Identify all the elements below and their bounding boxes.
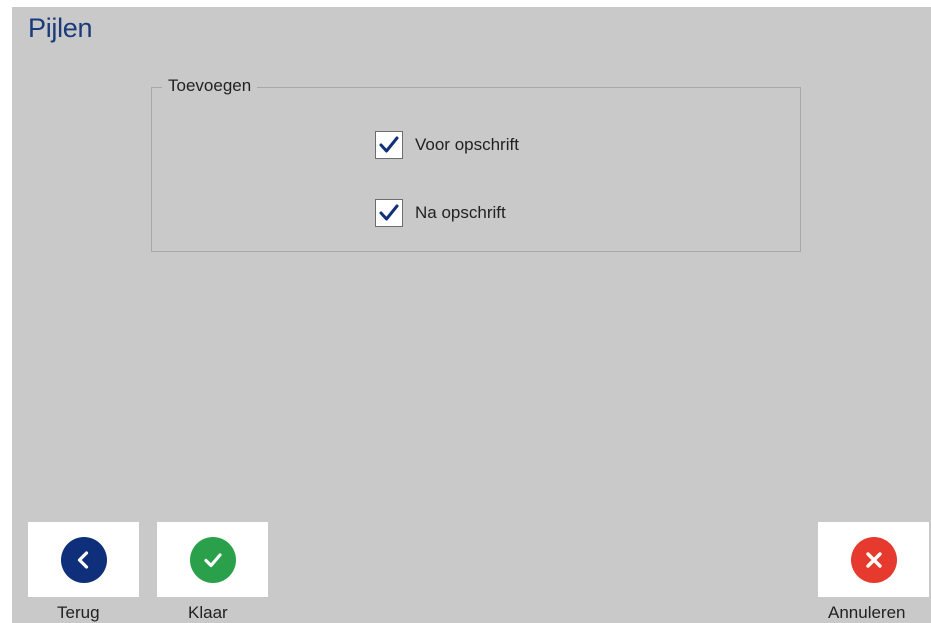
check-icon: [203, 552, 222, 567]
check-icon: [379, 136, 399, 153]
back-icon-circle: [60, 536, 107, 583]
cancel-label: Annuleren: [828, 603, 906, 622]
page-title: Pijlen: [28, 13, 93, 43]
done-label: Klaar: [188, 603, 228, 622]
screen: Pijlen Toevoegen Voor opschrift Na opsch…: [12, 7, 931, 623]
chevron-left-icon: [77, 550, 88, 569]
after-label-checkbox[interactable]: [375, 199, 403, 227]
cancel-button[interactable]: [818, 522, 929, 597]
before-label-text: Voor opschrift: [415, 135, 519, 154]
close-icon: [865, 551, 882, 568]
check-icon: [379, 204, 399, 221]
before-label-option[interactable]: Voor opschrift: [375, 131, 519, 159]
done-icon-circle: [189, 536, 236, 583]
after-label-option[interactable]: Na opschrift: [375, 199, 506, 227]
after-label-text: Na opschrift: [415, 203, 506, 222]
before-label-checkbox[interactable]: [375, 131, 403, 159]
done-button[interactable]: [157, 522, 268, 597]
groupbox-legend: Toevoegen: [162, 76, 258, 96]
cancel-icon-circle: [850, 536, 897, 583]
add-groupbox: Toevoegen Voor opschrift Na opschrift: [151, 76, 801, 252]
back-button[interactable]: [28, 522, 139, 597]
back-label: Terug: [57, 603, 100, 622]
